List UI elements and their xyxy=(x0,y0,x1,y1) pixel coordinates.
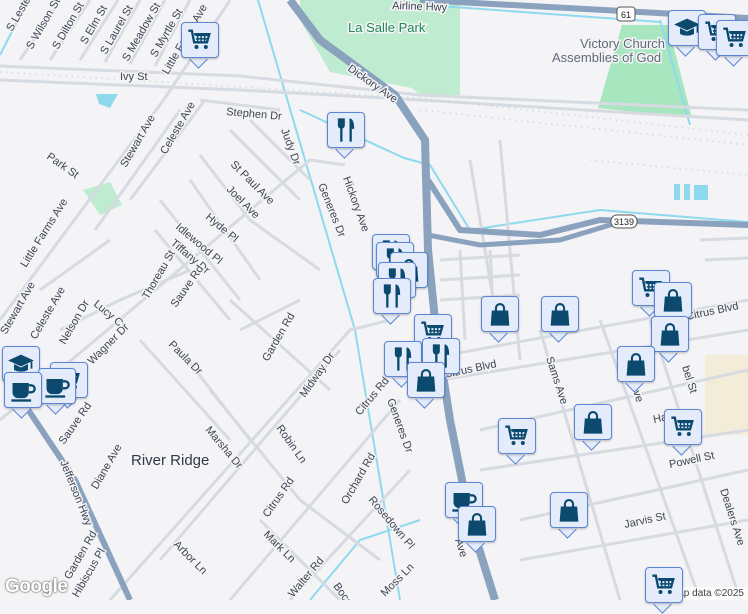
map-marker-bag[interactable] xyxy=(458,506,496,553)
bag-icon xyxy=(656,320,684,348)
map-marker-cart[interactable] xyxy=(664,409,702,456)
coffee-icon xyxy=(43,372,71,400)
bag-icon xyxy=(546,300,574,328)
map-marker-bag[interactable] xyxy=(617,346,655,393)
commercial-area xyxy=(705,355,748,435)
bag-icon xyxy=(579,408,607,436)
bag-icon xyxy=(486,300,514,328)
fork-icon xyxy=(332,116,360,144)
map-marker-bag[interactable] xyxy=(574,404,612,451)
airline-hwy-label: Airline Hwy xyxy=(392,0,448,14)
school-icon xyxy=(673,14,701,42)
cart-icon xyxy=(186,26,214,54)
svg-text:3139: 3139 xyxy=(614,217,634,227)
map-marker-cart[interactable] xyxy=(645,567,683,614)
bag-icon xyxy=(622,350,650,378)
map-marker-cart[interactable] xyxy=(181,22,219,69)
map-marker-cart[interactable] xyxy=(716,20,748,67)
bag-icon xyxy=(412,366,440,394)
bag-icon xyxy=(555,496,583,524)
bag-icon xyxy=(463,510,491,538)
map-marker-bag[interactable] xyxy=(550,492,588,539)
map-marker-bag[interactable] xyxy=(541,296,579,343)
svg-text:61: 61 xyxy=(621,10,631,20)
google-logo: Google xyxy=(5,576,68,597)
cart-icon xyxy=(503,422,531,450)
area-label: River Ridge xyxy=(131,452,209,469)
cart-icon xyxy=(650,571,678,599)
map-marker-fork[interactable] xyxy=(373,278,411,325)
cart-icon xyxy=(721,24,748,52)
coffee-icon xyxy=(9,376,37,404)
park-label: La Salle Park xyxy=(348,20,426,35)
fork-icon xyxy=(378,282,406,310)
map-marker-bag[interactable] xyxy=(481,296,519,343)
map-marker-bag[interactable] xyxy=(651,316,689,363)
map-marker-coffee[interactable] xyxy=(38,368,76,415)
map-marker-fork[interactable] xyxy=(327,112,365,159)
map-marker-bag[interactable] xyxy=(407,362,445,409)
map-marker-cart[interactable] xyxy=(498,418,536,465)
bag-icon xyxy=(659,286,687,314)
la3139-shield: 3139 xyxy=(610,214,638,229)
us61-shield: 61 xyxy=(616,6,636,22)
svg-text:Ivy St: Ivy St xyxy=(120,71,148,83)
map-marker-coffee[interactable] xyxy=(4,372,42,419)
church-label-2: Assemblies of God xyxy=(552,50,661,65)
church-label-1: Victory Church xyxy=(580,36,665,51)
cart-icon xyxy=(669,413,697,441)
